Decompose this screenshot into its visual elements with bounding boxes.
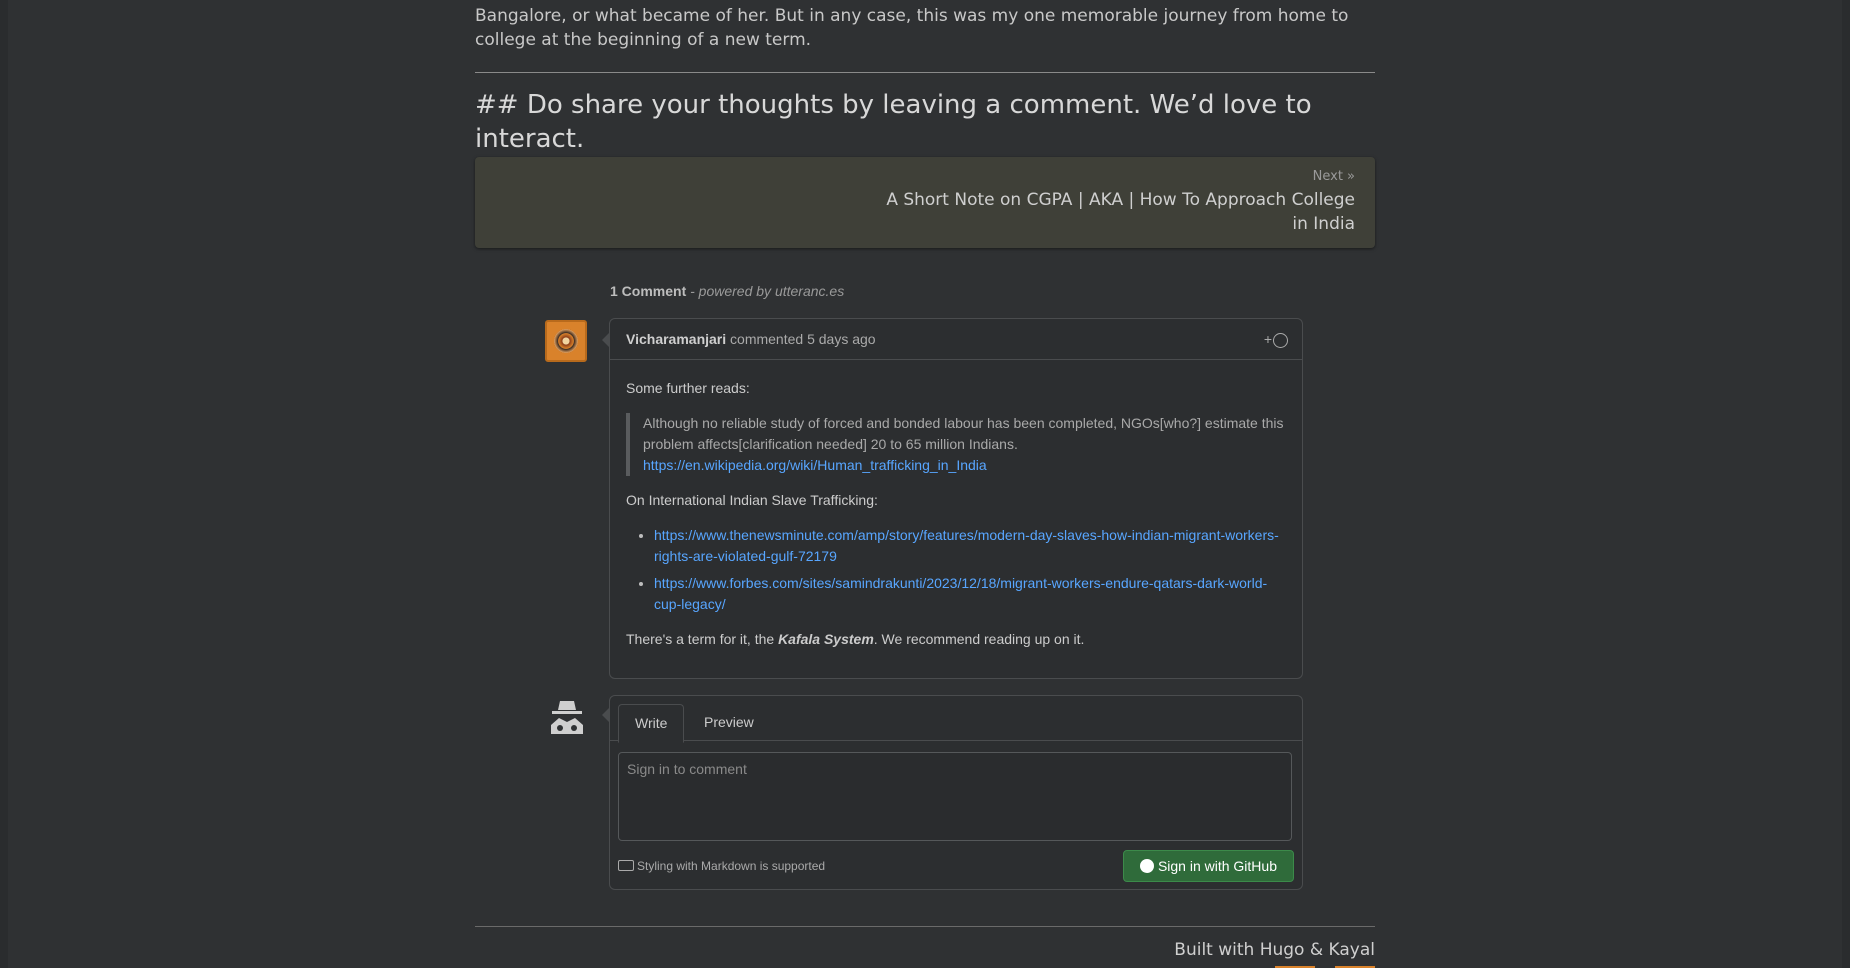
next-post-title[interactable]: A Short Note on CGPA | AKA | How To Appr…	[875, 188, 1355, 236]
closing-emphasis: Kafala System	[778, 631, 874, 647]
editor-tabs: Write Preview	[610, 696, 1302, 743]
blockquote: Although no reliable study of forced and…	[626, 413, 1286, 476]
next-label: Next »	[1312, 169, 1355, 184]
comment-intro: Some further reads:	[626, 380, 750, 396]
link-forbes[interactable]: https://www.forbes.com/sites/samindrakun…	[654, 575, 1267, 612]
closing-prefix: There's a term for it, the	[626, 631, 779, 647]
comment-invite-heading: ## Do share your thoughts by leaving a c…	[475, 90, 1312, 154]
add-reaction-button[interactable]: +	[1264, 319, 1288, 359]
tab-write[interactable]: Write	[618, 704, 685, 743]
list-item: https://www.thenewsminute.com/amp/story/…	[654, 525, 1286, 567]
comment-count-label: 1 Comment	[610, 283, 687, 299]
list-item: https://www.forbes.com/sites/samindrakun…	[654, 573, 1286, 615]
sign-in-label: Sign in with GitHub	[1157, 858, 1277, 874]
comment-editor: Write Preview Sign in to comment Styling…	[602, 695, 1303, 890]
avatar[interactable]	[545, 320, 587, 362]
article-paragraph: Bangalore, or what became of her. But in…	[475, 6, 1349, 50]
smiley-icon	[1273, 332, 1288, 348]
comment-card: Vicharamanjari commented 5 days ago + So…	[602, 318, 1303, 679]
comment-meta[interactable]: commented 5 days ago	[730, 331, 876, 347]
link-newsminute[interactable]: https://www.thenewsminute.com/amp/story/…	[654, 527, 1279, 564]
tab-preview[interactable]: Preview	[688, 704, 770, 740]
comment-author[interactable]: Vicharamanjari	[626, 331, 726, 347]
divider	[475, 72, 1375, 73]
powered-by[interactable]: - powered by utteranc.es	[690, 283, 844, 299]
sign-in-github-button[interactable]: Sign in with GitHub	[1122, 850, 1294, 882]
footer-credit: Built with Hugo & Kayal	[1174, 940, 1375, 960]
next-post-card[interactable]: Next » A Short Note on CGPA | AKA | How …	[475, 157, 1375, 248]
markdown-note-text: Styling with Markdown is supported	[637, 859, 826, 873]
markdown-icon	[618, 860, 634, 872]
comment-body: Some further reads: Although no reliable…	[610, 360, 1302, 668]
quote-text: Although no reliable study of forced and…	[643, 415, 1284, 452]
section-label: On International Indian Slave Traffickin…	[626, 492, 878, 508]
footer-divider	[475, 926, 1375, 927]
anonymous-user-icon	[551, 701, 583, 734]
comment-count: 1 Comment - powered by utteranc.es	[610, 283, 844, 299]
quote-link[interactable]: https://en.wikipedia.org/wiki/Human_traf…	[643, 457, 987, 473]
markdown-note[interactable]: Styling with Markdown is supported	[618, 859, 825, 873]
link-list: https://www.thenewsminute.com/amp/story/…	[626, 525, 1286, 615]
github-icon	[1139, 859, 1154, 874]
comment-textarea[interactable]: Sign in to comment	[618, 752, 1292, 841]
closing-suffix: . We recommend reading up on it.	[873, 631, 1085, 647]
comment-header: Vicharamanjari commented 5 days ago +	[610, 319, 1302, 360]
comment-closing: There's a term for it, the Kafala System…	[626, 629, 1286, 650]
reaction-plus: +	[1263, 331, 1272, 347]
